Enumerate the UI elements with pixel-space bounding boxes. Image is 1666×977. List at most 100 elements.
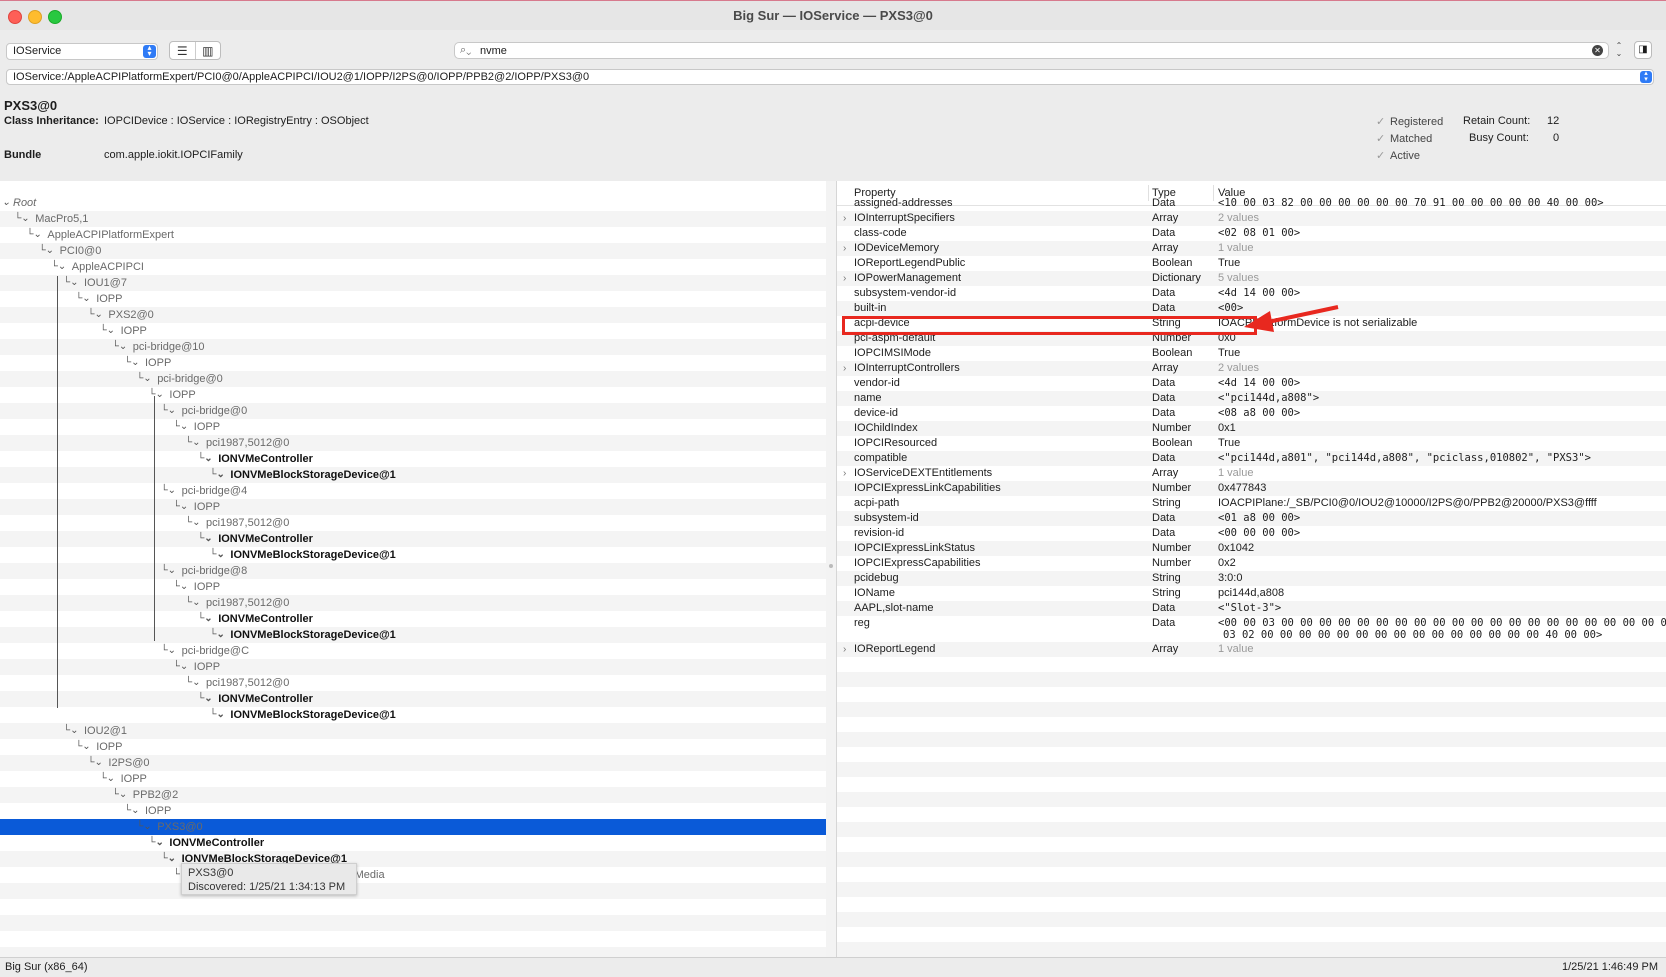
property-row[interactable]: device-id Data <08 a8 00 00> — [837, 406, 1666, 421]
disclosure-icon[interactable]: └⌄ — [197, 611, 212, 627]
disclosure-icon[interactable]: └⌄ — [209, 707, 224, 723]
registry-tree[interactable]: ⌄ Root └⌄ MacPro5,1 └⌄ AppleACPIPlatformExper… — [0, 181, 827, 957]
registry-path-field[interactable]: IOService:/AppleACPIPlatformExpert/PCI0@… — [6, 69, 1654, 85]
tree-node[interactable]: └⌄ IONVMeBlockStorageDevice@1 — [0, 547, 826, 563]
disclosure-icon[interactable]: └⌄ — [161, 563, 176, 579]
disclosure-icon[interactable]: └⌄ — [87, 755, 102, 771]
disclosure-icon[interactable]: └⌄ — [185, 675, 200, 691]
tree-node[interactable]: └⌄ AppleACPIPCI — [0, 259, 826, 275]
search-input[interactable]: nvme — [480, 45, 507, 57]
tree-node[interactable]: └⌄ pci-bridge@10 — [0, 339, 826, 355]
clear-search-icon[interactable]: ✕ — [1592, 45, 1603, 56]
property-row[interactable]: revision-id Data <00 00 00 00> — [837, 526, 1666, 541]
disclosure-icon[interactable]: └⌄ — [100, 771, 115, 787]
inspector-toggle-button[interactable]: ◨ — [1634, 41, 1652, 59]
property-row[interactable]: IOReportLegendPublic Boolean True — [837, 256, 1666, 271]
property-row[interactable]: reg Data <00 00 03 00 00 00 00 00 00 00 00… — [837, 616, 1666, 644]
list-view-icon[interactable]: ☰ — [170, 42, 195, 59]
tree-node[interactable]: └⌄ IOPP — [0, 291, 826, 307]
tree-node[interactable]: └⌄ pci-bridge@0 — [0, 403, 826, 419]
property-row[interactable]: subsystem-id Data <01 a8 00 00> — [837, 511, 1666, 526]
tree-node[interactable]: └⌄IOGUIDPartitionScheme — [0, 883, 826, 899]
disclosure-icon[interactable]: ⌄ — [2, 195, 10, 211]
tree-node[interactable]: ⌄ Root — [0, 195, 826, 211]
plane-select[interactable]: IOService ▴ ▾ — [6, 43, 158, 60]
split-divider[interactable] — [826, 181, 837, 957]
tree-node[interactable]: └⌄ IONVMeController — [0, 531, 826, 547]
tree-node[interactable]: └⌄ IONVMeController — [0, 691, 826, 707]
tree-node[interactable]: └⌄ pci-bridge@8 — [0, 563, 826, 579]
tree-node[interactable]: └⌄ IOPP — [0, 739, 826, 755]
tree-node[interactable]: └⌄ pci-bridge@4 — [0, 483, 826, 499]
property-row[interactable]: IOPCIExpressLinkStatus Number 0x1042 — [837, 541, 1666, 556]
disclosure-icon[interactable]: └⌄ — [197, 691, 212, 707]
tree-node[interactable]: └⌄ pci1987,5012@0 — [0, 515, 826, 531]
disclosure-icon[interactable]: └⌄ — [75, 739, 90, 755]
disclosure-icon[interactable]: └⌄ — [185, 515, 200, 531]
property-row[interactable]: › IOReportLegend Array 1 value — [837, 642, 1666, 657]
property-row[interactable]: vendor-id Data <4d 14 00 00> — [837, 376, 1666, 391]
disclosure-icon[interactable]: └⌄ — [136, 819, 151, 835]
tree-node[interactable]: └⌄ I2PS@0 — [0, 755, 826, 771]
search-field[interactable]: ⌕⌄ nvme ✕ — [454, 42, 1609, 59]
disclosure-icon[interactable]: └⌄ — [87, 307, 102, 323]
tree-node[interactable]: └⌄ IONVMeController — [0, 611, 826, 627]
disclosure-icon[interactable]: └⌄ — [161, 643, 176, 659]
disclosure-icon[interactable]: └⌄ — [161, 483, 176, 499]
disclosure-icon[interactable]: └⌄ — [173, 419, 188, 435]
tree-node[interactable]: └⌄ IOPP — [0, 579, 826, 595]
property-row[interactable]: › IOServiceDEXTEntitlements Array 1 value — [837, 466, 1666, 481]
tree-node[interactable]: └⌄ pci-bridge@0 — [0, 371, 826, 387]
disclosure-icon[interactable]: └⌄ — [148, 835, 163, 851]
tree-node[interactable]: └⌄ IONVMeBlockStorageDevice@1 — [0, 467, 826, 483]
disclosure-icon[interactable]: └⌄ — [51, 259, 66, 275]
disclosure-icon[interactable]: └⌄ — [161, 403, 176, 419]
disclosure-icon[interactable]: └⌄ — [124, 355, 139, 371]
property-row[interactable]: › IOInterruptSpecifiers Array 2 values — [837, 211, 1666, 226]
disclosure-icon[interactable]: └⌄ — [63, 723, 78, 739]
tree-node[interactable]: └⌄ PCI0@0 — [0, 243, 826, 259]
tree-node[interactable]: └⌄ IOU2@1 — [0, 723, 826, 739]
tree-node[interactable]: └⌄ IOPP — [0, 803, 826, 819]
property-row[interactable]: › IOInterruptControllers Array 2 values — [837, 361, 1666, 376]
property-row[interactable]: › IOPowerManagement Dictionary 5 values — [837, 271, 1666, 286]
disclosure-icon[interactable]: › — [843, 361, 846, 376]
property-row[interactable]: IOName String pci144d,a808 — [837, 586, 1666, 601]
tree-node[interactable]: └⌄ IOPP — [0, 419, 826, 435]
tree-node[interactable]: └⌄ pci-bridge@C — [0, 643, 826, 659]
disclosure-icon[interactable]: └⌄ — [136, 371, 151, 387]
disclosure-icon[interactable]: › — [843, 241, 846, 256]
property-row[interactable]: acpi-path String IOACPIPlane:/_SB/PCI0@0/I… — [837, 496, 1666, 511]
property-row[interactable]: subsystem-vendor-id Data <4d 14 00 00> — [837, 286, 1666, 301]
disclosure-icon[interactable]: └⌄ — [197, 531, 212, 547]
tree-node[interactable]: └⌄ IOPP — [0, 323, 826, 339]
disclosure-icon[interactable]: › — [843, 271, 846, 286]
disclosure-icon[interactable]: └⌄ — [112, 339, 127, 355]
tree-node[interactable]: └⌄ IOPP — [0, 355, 826, 371]
tree-node[interactable]: └⌄ AppleACPIPlatformExpert — [0, 227, 826, 243]
search-navigation-stepper[interactable]: ⌃ ⌄ — [1612, 42, 1626, 59]
property-row[interactable]: IOChildIndex Number 0x1 — [837, 421, 1666, 436]
disclosure-icon[interactable]: └⌄ — [209, 627, 224, 643]
disclosure-icon[interactable]: └⌄ — [14, 211, 29, 227]
property-row[interactable]: IOPCIMSIMode Boolean True — [837, 346, 1666, 361]
property-row[interactable]: › IODeviceMemory Array 1 value — [837, 241, 1666, 256]
tree-node[interactable]: └⌄ IONVMeBlockStorageDevice@1 — [0, 851, 826, 867]
disclosure-icon[interactable]: └⌄ — [209, 547, 224, 563]
property-row[interactable]: IOPCIExpressLinkCapabilities Number 0x4778… — [837, 481, 1666, 496]
tree-node[interactable]: └⌄ IOPP — [0, 499, 826, 515]
disclosure-icon[interactable]: └⌄ — [197, 451, 212, 467]
property-row[interactable]: compatible Data <"pci144d,a801", "pci144d,… — [837, 451, 1666, 466]
disclosure-icon[interactable]: └⌄ — [173, 499, 188, 515]
tree-node[interactable]: └⌄ IONVMeController — [0, 835, 826, 851]
disclosure-icon[interactable]: └⌄ — [161, 851, 176, 867]
tree-node[interactable]: └⌄ PPB2@2 — [0, 787, 826, 803]
disclosure-icon[interactable]: └⌄ — [75, 291, 90, 307]
tree-node[interactable]: └⌄ IONVMeController — [0, 451, 826, 467]
disclosure-icon[interactable]: └⌄ — [185, 595, 200, 611]
tree-node[interactable]: └⌄ IOPP — [0, 659, 826, 675]
disclosure-icon[interactable]: › — [843, 466, 846, 481]
disclosure-icon[interactable]: └⌄ — [112, 787, 127, 803]
tree-node[interactable]: └⌄ IONVMeBlockStorageDevice@1 — [0, 707, 826, 723]
disclosure-icon[interactable]: › — [843, 211, 846, 226]
